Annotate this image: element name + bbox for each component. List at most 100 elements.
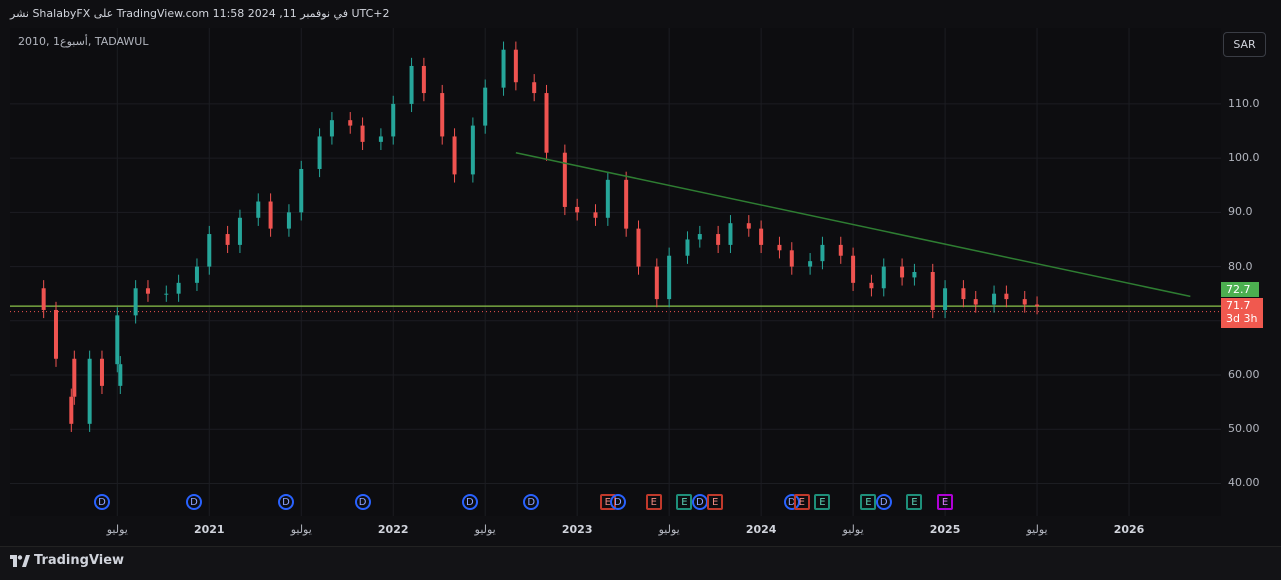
candle-body (820, 244, 825, 262)
candle-body (133, 288, 138, 316)
candle-body (483, 87, 488, 126)
candle-body (145, 288, 150, 294)
last-price-tag: 71.7 3d 3h (1221, 298, 1263, 328)
earnings-icon[interactable]: E (793, 494, 810, 510)
dividend-icon[interactable]: D (609, 494, 626, 510)
earnings-icon[interactable]: E (645, 494, 662, 510)
candle-body (575, 206, 580, 213)
candle-body (176, 282, 181, 294)
candle-body (391, 103, 396, 137)
candle-body (930, 272, 935, 310)
candle-body (268, 201, 273, 229)
x-tick-label: يوليو (658, 523, 680, 536)
candle-body (501, 49, 506, 88)
x-tick-label: 2025 (929, 523, 961, 536)
dividend-icon[interactable]: D (354, 494, 371, 510)
earnings-icon[interactable]: E (937, 494, 954, 510)
candle-body (317, 136, 322, 169)
candle-body (789, 250, 794, 267)
candle-body (378, 136, 383, 142)
last-price-value: 71.7 (1226, 299, 1251, 312)
candle-body (409, 65, 414, 104)
earnings-icon[interactable]: E (906, 494, 923, 510)
candle-body (329, 120, 334, 137)
candle-body (973, 299, 978, 305)
candle-body (348, 120, 353, 126)
candle-body (992, 293, 997, 305)
current-price-tag: 72.7 (1221, 282, 1259, 297)
candle-body (759, 228, 764, 245)
x-tick-label: 2023 (561, 523, 593, 536)
publish-header: نشر ShalabyFX على TradingView.com 11:58 … (0, 0, 1281, 28)
candle-body (1022, 299, 1027, 305)
price-chart[interactable] (10, 28, 1221, 516)
brand-label: TradingView (34, 553, 125, 568)
y-tick-label: 50.00 (1228, 422, 1260, 436)
dividend-icon[interactable]: D (93, 494, 110, 510)
candle-body (256, 201, 261, 218)
candle-body (900, 266, 905, 278)
candle-body (746, 223, 751, 229)
x-tick-label: 2021 (193, 523, 225, 536)
candle-body (421, 65, 426, 94)
x-tick-label: 2022 (377, 523, 409, 536)
candle-body (851, 255, 856, 283)
candle-body (1035, 304, 1040, 307)
candle-body (360, 125, 365, 142)
candle-body (869, 282, 874, 289)
candle-body (194, 266, 199, 283)
candle-body (237, 217, 242, 245)
candle-body (118, 364, 123, 386)
dividend-icon[interactable]: D (875, 494, 892, 510)
x-tick-label: يوليو (842, 523, 864, 536)
y-tick-label: 40.00 (1228, 476, 1260, 490)
earnings-icon[interactable]: E (814, 494, 831, 510)
candle-body (470, 125, 475, 175)
symbol-info: 2010, 1أسبوع, TADAWUL (18, 35, 149, 48)
x-tick-label: يوليو (1026, 523, 1048, 536)
y-tick-label: 90.0 (1228, 205, 1253, 219)
candle-body (1004, 293, 1009, 300)
footer (0, 546, 1281, 580)
dividend-icon[interactable]: D (691, 494, 708, 510)
countdown: 3d 3h (1226, 312, 1258, 325)
tradingview-logo[interactable]: TradingView (10, 553, 124, 568)
candle-body (961, 288, 966, 300)
candle-body (593, 212, 598, 218)
candle-body (69, 396, 74, 424)
candle-body (225, 234, 230, 245)
x-tick-label: 2026 (1113, 523, 1145, 536)
candle-body (53, 309, 58, 359)
dividend-icon[interactable]: D (277, 494, 294, 510)
candle-body (513, 49, 518, 83)
candle-body (605, 179, 610, 218)
candle-body (164, 293, 169, 295)
candle-body (636, 228, 641, 267)
x-tick-label: 2024 (745, 523, 777, 536)
candle-body (41, 288, 46, 310)
candle-body (808, 261, 813, 267)
candle-body (87, 358, 92, 424)
candle-body (881, 266, 886, 289)
candle-body (544, 93, 549, 153)
x-tick-label: يوليو (290, 523, 312, 536)
candle-body (943, 288, 948, 310)
y-tick-label: 100.0 (1228, 151, 1260, 165)
candle-body (72, 358, 77, 397)
candle-body (440, 93, 445, 137)
candle-body (667, 255, 672, 300)
candle-body (624, 179, 629, 229)
candle-body (299, 168, 304, 213)
dividend-icon[interactable]: D (185, 494, 202, 510)
candle-body (838, 244, 843, 256)
candle-body (286, 212, 291, 229)
earnings-icon[interactable]: E (860, 494, 877, 510)
earnings-icon[interactable]: E (676, 494, 693, 510)
candle-body (115, 315, 120, 365)
candle-body (685, 239, 690, 256)
earnings-icon[interactable]: E (707, 494, 724, 510)
dividend-icon[interactable]: D (461, 494, 478, 510)
y-tick-label: 80.0 (1228, 259, 1253, 273)
tv-logo-icon (10, 554, 30, 567)
x-tick-label: يوليو (474, 523, 496, 536)
